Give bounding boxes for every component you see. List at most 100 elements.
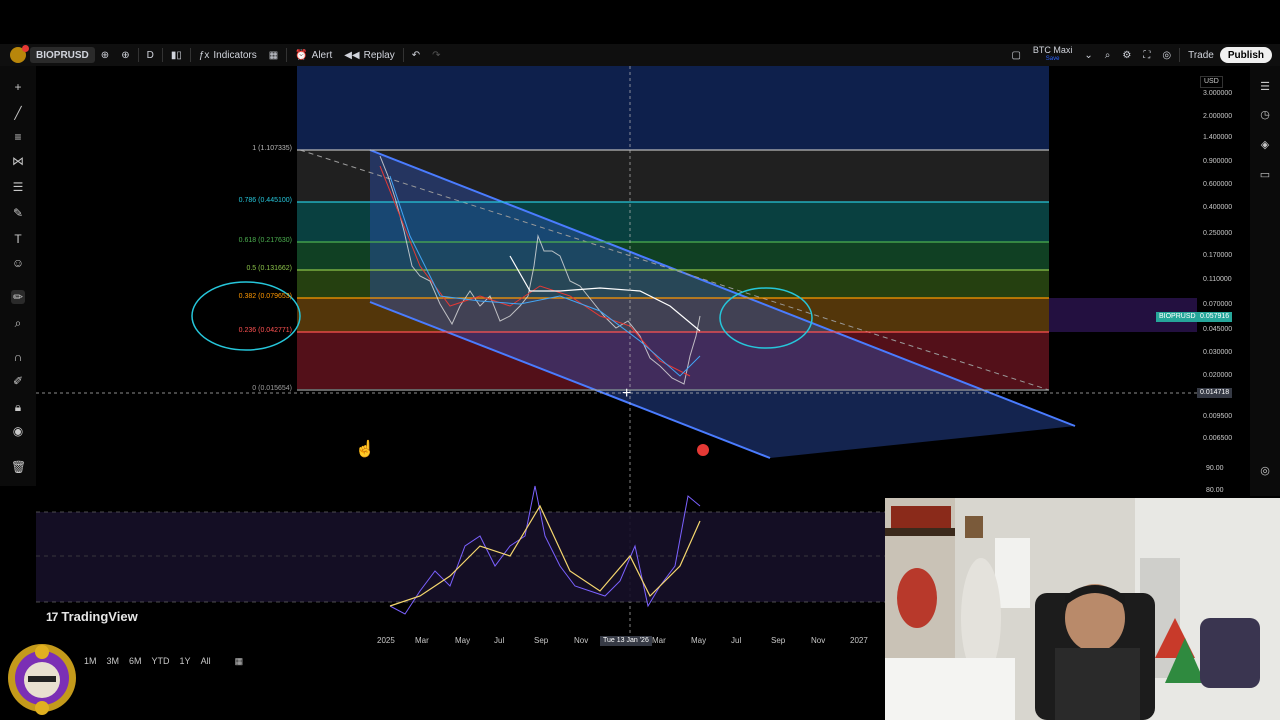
time-axis-label: Sep — [534, 636, 549, 645]
text-tool-icon[interactable]: T — [11, 232, 25, 246]
fib-tool-icon[interactable]: ☰ — [11, 180, 25, 194]
symbol-search-button[interactable]: BIOPRUSD — [30, 47, 95, 63]
fib-zone-top — [297, 66, 1049, 150]
price-axis-label: 0.170000 — [1203, 252, 1233, 259]
publish-button[interactable]: Publish — [1219, 47, 1272, 63]
currency-selector[interactable]: USD — [1200, 76, 1223, 88]
price-axis-label: 0.009500 — [1203, 413, 1233, 420]
range-1y[interactable]: 1Y — [180, 656, 191, 667]
target-icon[interactable]: ◎ — [1258, 464, 1272, 478]
alert-label: Alert — [311, 49, 333, 61]
current-price-symbol-tag: BIOPRUSD — [1156, 312, 1199, 322]
price-axis-label: 0.110000 — [1203, 276, 1232, 283]
fib-label-6: 0 (0.015654) — [252, 385, 292, 392]
fib-label-5: 0.236 (0.042771) — [238, 327, 292, 334]
indicators-label: Indicators — [213, 49, 257, 61]
pattern-tool-icon[interactable]: ⋈ — [11, 154, 25, 168]
horizontal-lines-tool-icon[interactable]: ≡ — [11, 130, 25, 144]
trash-icon[interactable]: 🗑︎ — [11, 460, 26, 474]
channel-badge-logo — [8, 644, 76, 715]
price-axis-label: 0.250000 — [1203, 230, 1233, 237]
fib-label-2: 0.618 (0.217630) — [238, 237, 292, 244]
replay-button[interactable]: ◀◀ Replay — [338, 44, 401, 66]
webcam-image — [885, 498, 1280, 720]
compare-icon[interactable]: ⊕ — [115, 44, 135, 66]
divider — [161, 48, 163, 62]
magnet-tool-icon[interactable]: ∩ — [11, 350, 25, 364]
indicators-button[interactable]: ƒx Indicators — [193, 44, 263, 66]
layout-menu-button[interactable]: BTC Maxi Save — [1027, 44, 1079, 66]
watchlist-icon[interactable]: ☰ — [1258, 80, 1272, 94]
time-axis-label: May — [455, 636, 471, 645]
price-axis-label: 2.000000 — [1203, 113, 1233, 120]
price-axis-label: 0.600000 — [1203, 181, 1233, 188]
divider — [402, 48, 404, 62]
chevron-down-icon[interactable]: ⌄ — [1078, 44, 1098, 66]
watermark-text: TradingView — [61, 609, 138, 624]
fullscreen-icon[interactable]: ⛶ — [1137, 44, 1156, 66]
layout-square-icon[interactable]: ▢ — [1005, 44, 1026, 66]
user-avatar-icon[interactable] — [10, 45, 29, 63]
lock-icon[interactable]: 🔒︎ — [11, 400, 25, 414]
layout-name: BTC Maxi — [1032, 45, 1073, 55]
top-toolbar: BIOPRUSD ⊕ ⊕ D ▮▯ ƒx Indicators ▦ ⏰ Alert … — [0, 44, 1280, 66]
hand-pointer-icon: ☝ — [355, 439, 375, 458]
crosshair-price-tag: 0.014718 — [1197, 388, 1233, 398]
indicators-icon: ƒx — [198, 49, 210, 61]
time-axis-label: May — [691, 636, 707, 645]
time-axis-label: Mar — [652, 636, 666, 645]
time-axis-label: Nov — [574, 636, 589, 645]
crosshair-tool-icon[interactable]: + — [11, 80, 25, 94]
layers-icon[interactable]: ◈ — [1258, 138, 1272, 152]
price-axis-label: 0.900000 — [1203, 158, 1233, 165]
brush-tool-icon[interactable]: ✎ — [11, 206, 25, 220]
emoji-tool-icon[interactable]: ☺ — [11, 256, 25, 270]
webcam-overlay — [885, 498, 1280, 720]
event-flag-icon[interactable] — [697, 444, 709, 456]
divider — [286, 48, 288, 62]
replay-label: Replay — [363, 49, 395, 61]
time-axis-label: Mar — [415, 636, 429, 645]
range-6m[interactable]: 6M — [129, 656, 142, 667]
fib-label-3: 0.5 (0.131662) — [246, 265, 292, 272]
drawing-toolbar: + ╱ ≡ ⋈ ☰ ✎ T ☺ ✏ ⌕ ∩ ✐ 🔒︎ ◉ 🗑︎ — [0, 66, 36, 486]
price-axis-label: 3.000000 — [1203, 90, 1233, 97]
range-1m[interactable]: 1M — [84, 656, 97, 667]
lock-drawing-icon[interactable]: ✐ — [11, 374, 25, 388]
price-axis-label: 0.400000 — [1203, 204, 1233, 211]
range-all[interactable]: All — [201, 656, 211, 667]
calendar-icon[interactable]: ▦ — [235, 656, 244, 667]
settings-gear-icon[interactable]: ⚙ — [1116, 44, 1137, 66]
time-axis-label: Jul — [494, 636, 505, 645]
range-ytd[interactable]: YTD — [152, 656, 170, 667]
alert-button[interactable]: ⏰ Alert — [289, 44, 338, 66]
notification-dot — [22, 45, 29, 52]
date-range-selector: 1M 3M 6M YTD 1Y All ▦ — [84, 656, 253, 667]
time-axis-label: Jul — [731, 636, 742, 645]
add-symbol-icon[interactable]: ⊕ — [95, 44, 115, 66]
pencil-tool-icon[interactable]: ✏ — [11, 290, 25, 304]
fib-label-0: 1 (1.107335) — [252, 145, 292, 152]
interval-button[interactable]: D — [141, 44, 160, 66]
trade-button[interactable]: Trade — [1182, 44, 1220, 66]
current-price-tag: 0.057916 — [1197, 312, 1233, 322]
price-axis-label: 0.030000 — [1203, 349, 1233, 356]
fib-label-1: 0.786 (0.445100) — [238, 197, 292, 204]
redo-icon[interactable]: ↷ — [426, 44, 446, 66]
eye-icon[interactable]: ◉ — [11, 424, 25, 438]
tradingview-watermark: 17 TradingView — [46, 609, 138, 624]
price-axis-label: 0.070000 — [1203, 301, 1233, 308]
chat-icon[interactable]: ▭ — [1258, 168, 1272, 182]
undo-icon[interactable]: ↶ — [406, 44, 426, 66]
templates-icon[interactable]: ▦ — [263, 44, 284, 66]
quick-search-icon[interactable]: ⌕ — [1099, 44, 1117, 66]
crosshair-date-tag: Tue 13 Jan '26 — [600, 636, 652, 646]
divider — [137, 48, 139, 62]
alerts-clock-icon[interactable]: ◷ — [1258, 108, 1272, 122]
zoom-tool-icon[interactable]: ⌕ — [11, 316, 25, 330]
trendline-tool-icon[interactable]: ╱ — [11, 106, 25, 120]
camera-icon[interactable]: ◎ — [1156, 44, 1177, 66]
candle-type-icon[interactable]: ▮▯ — [165, 44, 188, 66]
range-3m[interactable]: 3M — [107, 656, 120, 667]
price-axis-label: 0.006500 — [1203, 435, 1233, 442]
